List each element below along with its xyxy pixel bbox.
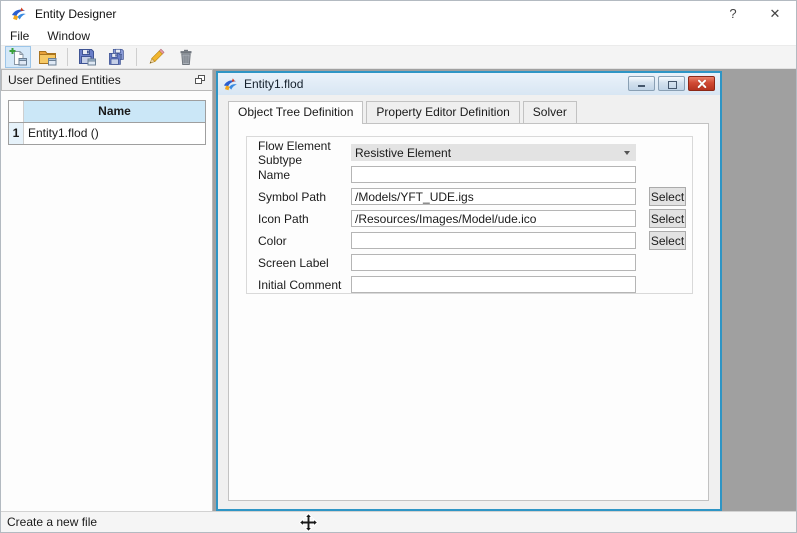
pencil-icon <box>149 48 165 64</box>
new-file-icon <box>9 48 27 66</box>
child-window-title: Entity1.flod <box>244 77 304 91</box>
app-logo-icon <box>223 77 237 90</box>
column-header-name[interactable]: Name <box>24 101 205 122</box>
menu-window[interactable]: Window <box>38 29 99 43</box>
object-tree-definition-page: Flow Element Subtype Resistive Element N… <box>228 123 709 501</box>
float-panel-icon[interactable] <box>193 74 207 88</box>
move-cursor-icon <box>299 513 318 532</box>
maximize-icon[interactable] <box>658 76 685 91</box>
menu-file[interactable]: File <box>1 29 38 43</box>
color-input[interactable] <box>351 232 636 249</box>
form-row: Flow Element Subtype Resistive Element <box>258 139 692 167</box>
field-label: Icon Path <box>258 211 309 226</box>
status-bar: Create a new file <box>1 511 796 532</box>
combo-value: Resistive Element <box>355 145 452 160</box>
table-row[interactable]: 1 Entity1.flod () <box>9 123 205 144</box>
chevron-down-icon <box>624 150 630 155</box>
app-logo-icon <box>12 7 26 21</box>
symbol-path-select-button[interactable]: Select <box>649 187 686 206</box>
form-row: Name <box>258 166 692 183</box>
color-select-button[interactable]: Select <box>649 231 686 250</box>
field-label: Symbol Path <box>258 189 327 204</box>
table-header-row: Name <box>9 101 205 123</box>
trash-icon <box>180 49 192 65</box>
entities-list: Name 1 Entity1.flod () <box>1 91 212 513</box>
child-title-bar[interactable]: Entity1.flod <box>218 73 720 95</box>
icon-path-input[interactable] <box>351 210 636 227</box>
table-corner-cell <box>9 101 24 122</box>
minimize-icon[interactable] <box>628 76 655 91</box>
open-file-button[interactable] <box>35 46 61 68</box>
initial-comment-input[interactable] <box>351 276 636 293</box>
icon-path-select-button[interactable]: Select <box>649 209 686 228</box>
symbol-path-input[interactable] <box>351 188 636 205</box>
save-all-icon <box>109 48 124 65</box>
field-label: Initial Comment <box>258 277 342 292</box>
status-text: Create a new file <box>7 515 98 529</box>
child-content: Object Tree Definition Property Editor D… <box>218 95 720 509</box>
title-bar[interactable]: Entity Designer ? ✕ <box>1 1 796 27</box>
entity1-child-window: Entity1.flod Object Tree Definition Prop… <box>216 71 722 511</box>
row-number: 1 <box>9 123 24 144</box>
menu-bar: File Window <box>1 27 796 45</box>
main-area: User Defined Entities Name 1 Entity1.flo… <box>1 69 796 513</box>
mdi-area: Entity1.flod Object Tree Definition Prop… <box>213 69 796 513</box>
help-button[interactable]: ? <box>712 1 754 27</box>
entities-table: Name 1 Entity1.flod () <box>8 100 206 145</box>
toolbar <box>1 45 796 69</box>
form-row: Initial Comment <box>258 276 692 293</box>
save-button[interactable] <box>74 46 100 68</box>
field-label: Screen Label <box>258 255 329 270</box>
close-button[interactable]: ✕ <box>754 1 796 27</box>
tab-object-tree-definition[interactable]: Object Tree Definition <box>228 101 364 124</box>
tab-property-editor-definition[interactable]: Property Editor Definition <box>366 101 520 123</box>
delete-button[interactable] <box>173 46 199 68</box>
edit-button[interactable] <box>143 46 169 68</box>
tab-solver[interactable]: Solver <box>522 101 577 123</box>
close-icon[interactable] <box>688 76 715 91</box>
screen-label-input[interactable] <box>351 254 636 271</box>
field-label: Color <box>258 233 287 248</box>
form-row: Color Select <box>258 231 692 250</box>
panel-title: User Defined Entities <box>8 73 121 87</box>
flow-element-subtype-select[interactable]: Resistive Element <box>351 144 636 161</box>
window-title: Entity Designer <box>35 7 117 21</box>
new-file-button[interactable] <box>5 46 31 68</box>
form-row: Symbol Path Select <box>258 187 692 206</box>
field-label: Flow Element Subtype <box>258 138 331 167</box>
toolbar-separator <box>67 48 68 66</box>
row-entity-name: Entity1.flod () <box>24 123 205 144</box>
name-input[interactable] <box>351 166 636 183</box>
tab-bar: Object Tree Definition Property Editor D… <box>228 101 580 124</box>
user-defined-entities-panel: User Defined Entities Name 1 Entity1.flo… <box>1 69 213 513</box>
entity-designer-window: Entity Designer ? ✕ File Window User Def… <box>0 0 797 533</box>
form-group-box: Flow Element Subtype Resistive Element N… <box>246 136 693 294</box>
form-row: Screen Label <box>258 254 692 271</box>
form-row: Icon Path Select <box>258 209 692 228</box>
panel-header: User Defined Entities <box>1 69 212 91</box>
toolbar-separator <box>136 48 137 66</box>
open-folder-icon <box>39 51 57 66</box>
save-all-button[interactable] <box>104 46 130 68</box>
field-label: Name <box>258 167 291 182</box>
save-icon <box>79 49 96 66</box>
